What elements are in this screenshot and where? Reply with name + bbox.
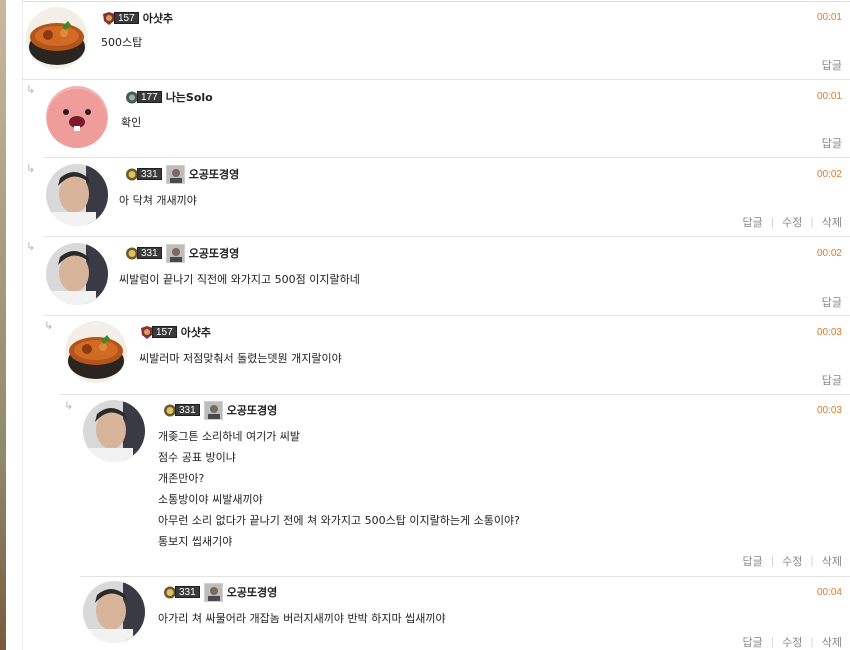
left-border-strip (0, 0, 6, 650)
separator: | (810, 636, 814, 648)
separator: | (810, 555, 814, 567)
level-number: 331 (137, 247, 162, 259)
edit-button[interactable]: 수정 (782, 553, 802, 569)
comment-item: 331 오공또경영 00:02 아 닥쳐 개새끼야 답글 | 수정 | 삭제 (43, 158, 850, 237)
comment-line: 500스탑 (101, 36, 143, 49)
delete-button[interactable]: 삭제 (822, 553, 842, 569)
comment-item: 177 나는Solo 00:01 확인 답글 (43, 80, 850, 158)
reply-button[interactable]: 답글 (822, 57, 842, 73)
level-number: 331 (137, 168, 162, 180)
pink-creature-avatar[interactable] (46, 86, 108, 148)
comment-line: 아 닥쳐 개새끼야 (119, 194, 197, 207)
reply-button[interactable]: 답글 (822, 294, 842, 310)
comment-time: 00:02 (816, 169, 842, 180)
level-badge: 331 (163, 404, 200, 417)
comment-time: 00:03 (816, 327, 842, 338)
comment-time: 00:03 (816, 405, 842, 416)
user-thumbnail (203, 400, 223, 420)
food-bowl-avatar[interactable] (26, 7, 88, 69)
nickname[interactable]: 나는Solo (166, 89, 213, 105)
reply-arrow-icon: ↳ (64, 399, 74, 412)
user-thumbnail (203, 582, 223, 602)
level-badge: 331 (125, 247, 162, 260)
comment-line: 통보지 씹새기야 (158, 535, 233, 548)
level-number: 331 (175, 586, 200, 598)
reply-button[interactable]: 답글 (743, 214, 763, 230)
person-photo-avatar[interactable] (46, 164, 108, 226)
reply-arrow-icon: ↳ (44, 319, 54, 332)
comment-item: 157 아샷추 00:03 씨발러마 저점맞춰서 돌렸는뎃뭔 개지랄이야 답글 (60, 316, 850, 395)
nickname[interactable]: 오공또경영 (227, 402, 278, 418)
comment-line: 개존만아? (158, 472, 205, 485)
nickname[interactable]: 아샷추 (143, 10, 173, 26)
reply-arrow-icon: ↳ (26, 162, 36, 175)
reply-button[interactable]: 답글 (822, 135, 842, 151)
reply-button[interactable]: 답글 (822, 372, 842, 388)
level-badge: 177 (125, 91, 162, 104)
comment-item: 331 오공또경영 00:03 개좆그튼 소리하네 여기가 씨발 점수 공표 방… (80, 395, 850, 577)
comment-item: 157 아샷추 00:01 500스탑 답글 (22, 2, 850, 80)
level-number: 331 (175, 404, 200, 416)
nickname[interactable]: 아샷추 (181, 324, 211, 340)
person-photo-avatar[interactable] (83, 400, 145, 462)
reply-button[interactable]: 답글 (743, 634, 763, 650)
nickname[interactable]: 오공또경영 (227, 584, 278, 600)
comment-line: 점수 공표 방이냐 (158, 451, 236, 464)
edit-button[interactable]: 수정 (782, 634, 802, 650)
separator: | (770, 636, 775, 648)
user-thumbnail (165, 243, 185, 263)
nickname[interactable]: 오공또경영 (189, 245, 240, 261)
reply-arrow-icon: ↳ (26, 83, 36, 96)
comment-item: 331 오공또경영 00:04 아가리 쳐 싸물어라 개잡놈 버러지새끼야 반박… (80, 577, 850, 650)
comment-line: 아가리 쳐 싸물어라 개잡놈 버러지새끼야 반박 하지마 씹새끼야 (158, 612, 446, 625)
level-number: 157 (152, 326, 177, 338)
comment-time: 00:01 (816, 91, 842, 102)
separator: | (810, 216, 814, 228)
comment-line: 확인 (121, 116, 142, 129)
reply-arrow-icon: ↳ (26, 240, 36, 253)
level-badge: 331 (163, 586, 200, 599)
level-badge: 157 (102, 11, 139, 25)
delete-button[interactable]: 삭제 (822, 214, 842, 230)
food-bowl-avatar[interactable] (65, 321, 127, 383)
left-divider (22, 0, 23, 650)
comment-line: 소통방이야 씨발새끼야 (158, 493, 263, 506)
separator: | (770, 555, 775, 567)
comment-time: 00:04 (816, 587, 842, 598)
level-number: 157 (114, 12, 139, 24)
comment-item: 331 오공또경영 00:02 씨발럼이 끝나기 직전에 와가지고 500점 이… (43, 237, 850, 316)
comment-time: 00:02 (816, 248, 842, 259)
delete-button[interactable]: 삭제 (822, 634, 842, 650)
nickname[interactable]: 오공또경영 (189, 166, 240, 182)
level-badge: 157 (140, 325, 177, 339)
comment-line: 씨발럼이 끝나기 직전에 와가지고 500점 이지랄하네 (119, 273, 360, 286)
person-photo-avatar[interactable] (46, 243, 108, 305)
edit-button[interactable]: 수정 (782, 214, 802, 230)
person-photo-avatar[interactable] (83, 581, 145, 643)
comment-line: 개좆그튼 소리하네 여기가 씨발 (158, 430, 301, 443)
level-badge: 331 (125, 168, 162, 181)
level-number: 177 (137, 91, 162, 103)
comment-line: 씨발러마 저점맞춰서 돌렸는뎃뭔 개지랄이야 (139, 352, 342, 365)
user-thumbnail (165, 164, 185, 184)
comment-line: 아무런 소리 없다가 끝나기 전에 쳐 와가지고 500스탑 이지랄하는게 소통… (158, 514, 520, 527)
separator: | (770, 216, 775, 228)
reply-button[interactable]: 답글 (743, 553, 763, 569)
comment-time: 00:01 (816, 12, 842, 23)
